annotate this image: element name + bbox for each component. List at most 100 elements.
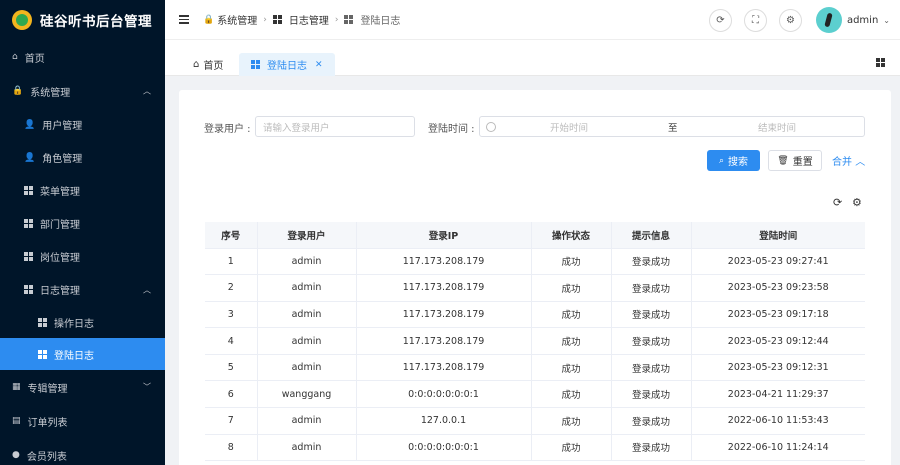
sidebar-item-label: 首页 (24, 53, 45, 65)
table-cell: 2023-04-21 11:29:37 (690, 380, 865, 409)
gear-icon[interactable]: ⚙ (778, 8, 802, 32)
app-title: 硅谷听书后台管理 (40, 14, 152, 30)
username[interactable]: admin (847, 15, 878, 26)
fullscreen-icon[interactable]: ⛶ (743, 8, 767, 32)
chevron-up-icon: ︿ (855, 157, 866, 168)
user-icon: 👤 (24, 152, 36, 163)
album-icon: ▦ (12, 382, 21, 392)
table-cell: 117.173.208.179 (355, 354, 531, 382)
chevron-up-icon: ︿ (143, 86, 151, 96)
table-cell: wanggang (256, 380, 356, 409)
sidebar-item[interactable]: 日志管理 ︿ (0, 273, 165, 306)
chevron-up-icon: ︿ (143, 285, 151, 294)
sidebar-item[interactable]: 操作日志 (0, 306, 165, 338)
table-cell: 2023-05-23 09:12:31 (690, 354, 865, 382)
tab-login-log[interactable]: 登陆日志 ✕ (239, 53, 335, 76)
table-cell: 3 (205, 301, 257, 329)
end-time-input[interactable]: 结束时间 (758, 120, 796, 134)
table-cell: 成功 (530, 248, 611, 276)
clock-icon (486, 121, 496, 132)
close-icon[interactable]: ✕ (315, 60, 323, 70)
sidebar-item[interactable]: 岗位管理 (0, 240, 165, 273)
sidebar-item[interactable]: 👤 角色管理 (0, 141, 165, 174)
sidebar-item-label: 操作日志 (54, 318, 94, 330)
table-cell: 6 (205, 380, 257, 409)
breadcrumb-item[interactable]: 🔒 系统管理 (203, 12, 257, 28)
table-cell: 成功 (530, 354, 611, 382)
chevron-right-icon: › (334, 14, 339, 25)
reset-button[interactable]: 🗑 重置 (768, 150, 822, 171)
refresh-icon[interactable]: ⟳ (833, 196, 842, 209)
date-range-picker[interactable]: 开始时间 至 结束时间 (479, 116, 865, 137)
refresh-icon[interactable]: ⟳ (708, 8, 732, 32)
sidebar-item[interactable]: 🔒 系统管理 ︿ (0, 74, 165, 108)
breadcrumb-item: 登陆日志 (344, 12, 400, 27)
avatar[interactable] (815, 7, 842, 33)
sidebar-item[interactable]: ● 会员列表 (0, 438, 165, 465)
sidebar-item[interactable]: 登陆日志 (0, 338, 165, 370)
table-cell: 登录成功 (610, 380, 691, 409)
sidebar-item-label: 登陆日志 (54, 350, 94, 362)
home-icon: ⌂ (193, 59, 200, 70)
sidebar-item[interactable]: ▦ 专辑管理 ﹀ (0, 370, 165, 404)
table-cell: 7 (205, 407, 257, 435)
table-cell: admin (256, 327, 356, 355)
search-button[interactable]: ⌕ 搜索 (707, 150, 760, 171)
table-cell: 成功 (530, 434, 611, 462)
sidebar-item[interactable]: 菜单管理 (0, 174, 165, 207)
user-search-input[interactable]: 请输入登录用户 (255, 116, 415, 137)
table-row[interactable]: 7 admin 127.0.0.1 成功 登录成功 2022-06-10 11:53:43 (205, 407, 865, 435)
table-cell: 2022-06-10 11:53:43 (690, 407, 865, 435)
sidebar-item[interactable]: ⌂ 首页 (0, 40, 165, 74)
collapse-link[interactable]: 合并 ︿ (832, 153, 865, 168)
gear-icon[interactable]: ⚙ (852, 196, 862, 209)
table-cell: 117.173.208.179 (355, 301, 531, 329)
sidebar-item[interactable]: 👤 用户管理 (0, 108, 165, 141)
breadcrumb-item[interactable]: 日志管理 (272, 12, 329, 27)
table-body: 1 admin 117.173.208.179 成功 登录成功 2023-05-23 09… (205, 248, 865, 462)
grid-icon (24, 285, 33, 294)
tab-home[interactable]: ⌂ 首页 (183, 53, 233, 76)
sidebar: 硅谷听书后台管理 ⌂ 首页 🔒 系统管理 ︿ 👤 用户管理 👤 角色管理菜单管理部门管理岗位管理… (0, 0, 165, 465)
table-cell: 117.173.208.179 (355, 327, 531, 355)
column-header: 提示信息 (610, 222, 691, 249)
table-cell: 4 (205, 327, 257, 355)
sidebar-item-label: 会员列表 (26, 451, 67, 463)
top-header: 🔒 系统管理 › 日志管理 › 登陆日志 ⟳ ⛶ ⚙ admin ⌄ (165, 0, 900, 40)
content-card: 登录用户 : 请输入登录用户 登陆时间 : 开始时间 至 结束时间 ⌕ 搜索 🗑… (179, 90, 891, 465)
chevron-down-icon[interactable]: ⌄ (883, 16, 890, 25)
tabs-menu-icon[interactable] (876, 58, 885, 67)
trash-icon: 🗑 (777, 155, 789, 166)
table-cell: admin (256, 301, 356, 329)
list-icon: ▤ (12, 416, 21, 426)
table-cell: 登录成功 (610, 301, 691, 329)
table-row[interactable]: 2 admin 117.173.208.179 成功 登录成功 2023-05-23 09… (205, 274, 865, 302)
table-cell: 0:0:0:0:0:0:0:1 (355, 380, 531, 409)
start-time-input[interactable]: 开始时间 (550, 120, 588, 134)
table-cell: 2023-05-23 09:23:58 (690, 274, 865, 302)
table-cell: 2022-06-10 11:24:14 (690, 434, 865, 462)
sidebar-item-label: 岗位管理 (40, 253, 80, 264)
table-cell: 成功 (530, 274, 611, 302)
table-row[interactable]: 1 admin 117.173.208.179 成功 登录成功 2023-05-23 09… (205, 248, 865, 276)
table-cell: 登录成功 (610, 407, 691, 435)
sidebar-item[interactable]: ▤ 订单列表 (0, 404, 165, 438)
login-log-table: 序号 登录用户 登录IP 操作状态 提示信息 登陆时间 1 admin 117.17… (205, 222, 865, 462)
grid-icon (24, 252, 33, 261)
sidebar-item-label: 专辑管理 (27, 383, 68, 395)
table-row[interactable]: 4 admin 117.173.208.179 成功 登录成功 2023-05-23 09… (205, 327, 865, 355)
menu-toggle-icon[interactable] (179, 15, 189, 24)
column-header: 序号 (205, 222, 257, 249)
table-cell: 127.0.0.1 (355, 407, 531, 435)
table-row[interactable]: 8 admin 0:0:0:0:0:0:0:1 成功 登录成功 2022-06-10 11… (205, 434, 865, 462)
column-header: 登录用户 (256, 222, 356, 249)
table-row[interactable]: 3 admin 117.173.208.179 成功 登录成功 2023-05-23 09… (205, 301, 865, 329)
brand: 硅谷听书后台管理 (0, 0, 165, 40)
table-row[interactable]: 5 admin 117.173.208.179 成功 登录成功 2023-05-23 09… (205, 354, 865, 382)
sidebar-item-label: 菜单管理 (40, 187, 80, 198)
table-cell: 登录成功 (610, 274, 691, 302)
table-cell: 成功 (530, 407, 611, 435)
table-row[interactable]: 6 wanggang 0:0:0:0:0:0:0:1 成功 登录成功 2023-04-21… (205, 380, 865, 409)
sidebar-item[interactable]: 部门管理 (0, 207, 165, 240)
lock-icon: 🔒 (12, 86, 24, 96)
